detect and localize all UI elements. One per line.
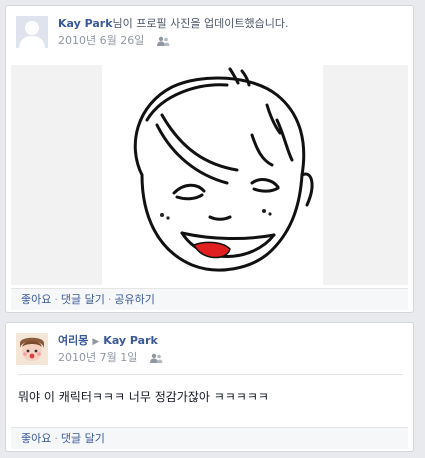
like-link[interactable]: 좋아요: [21, 293, 51, 306]
yeorimong-avatar-icon: [16, 333, 48, 365]
feed-story-profile-update: Kay Park님이 프로필 사진을 업데이트했습니다. 2010년 6월 26…: [5, 5, 414, 313]
comment-link[interactable]: 댓글 달기: [61, 293, 105, 306]
separator-dot: ·: [107, 293, 112, 306]
story-headline: Kay Park님이 프로필 사진을 업데이트했습니다.: [58, 17, 398, 31]
people-icon[interactable]: [156, 36, 170, 50]
cartoon-face-drawing: [133, 67, 314, 272]
feed-story-wall-post: 여리몽 ▶ Kay Park 2010년 7월 1일 뭐야 이 캐릭터ㅋㅋㅋ 너무 …: [5, 322, 414, 452]
story-meta: 2010년 6월 26일: [58, 34, 170, 50]
separator-dot: ·: [54, 293, 58, 306]
timestamp-link[interactable]: 2010년 7월 1일: [58, 351, 137, 364]
arrow-right-icon: ▶: [92, 337, 100, 347]
actor-link[interactable]: Kay Park: [58, 17, 113, 30]
like-link[interactable]: 좋아요: [21, 432, 51, 445]
separator-dot: ·: [54, 432, 58, 445]
photo-frame[interactable]: [11, 65, 408, 285]
divider: [18, 374, 403, 375]
comment-link[interactable]: 댓글 달기: [61, 432, 105, 445]
profile-photo-drawing[interactable]: [102, 65, 323, 285]
people-icon[interactable]: [149, 353, 163, 367]
default-avatar-icon: [16, 16, 48, 48]
share-link[interactable]: 공유하기: [114, 293, 154, 306]
avatar-kay-park[interactable]: [16, 16, 48, 48]
actor-link[interactable]: 여리몽: [58, 334, 88, 347]
timestamp-link[interactable]: 2010년 6월 26일: [58, 34, 144, 47]
story-footer: 좋아요 · 댓글 달기: [11, 427, 408, 449]
post-text: 뭐야 이 캐릭터ㅋㅋㅋ 너무 정감가잖아 ㅋㅋㅋㅋㅋ: [18, 390, 269, 404]
story-headline: 여리몽 ▶ Kay Park: [58, 334, 398, 349]
story-footer: 좋아요 · 댓글 달기 · 공유하기: [11, 288, 408, 310]
action-text: 님이 프로필 사진을 업데이트했습니다.: [112, 17, 289, 30]
story-meta: 2010년 7월 1일: [58, 351, 163, 367]
scrollbar[interactable]: [418, 0, 425, 458]
avatar-yeorimong[interactable]: [16, 333, 48, 365]
target-link[interactable]: Kay Park: [103, 334, 158, 347]
